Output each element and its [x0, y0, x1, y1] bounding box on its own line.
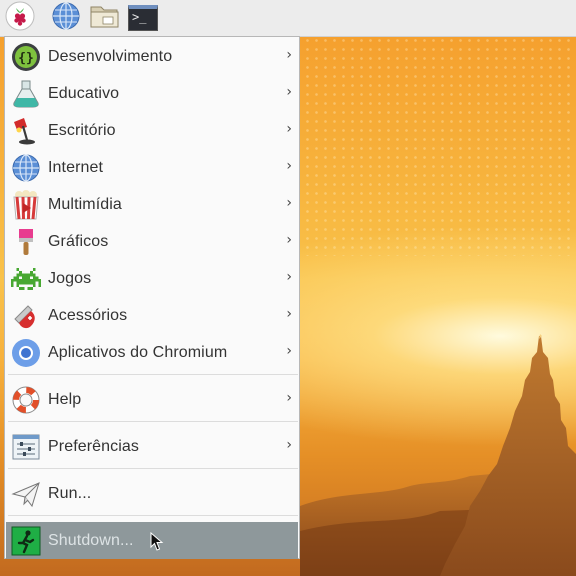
menu-item-aplicativos-chromium[interactable]: Aplicativos do Chromium ›	[6, 334, 298, 371]
mouse-pointer-icon	[150, 532, 164, 551]
menu-item-label: Run...	[48, 484, 92, 502]
popcorn-play-icon	[10, 189, 42, 221]
folder-icon	[89, 2, 121, 34]
terminal-launcher[interactable]: >_	[127, 2, 159, 34]
svg-text:{}: {}	[18, 51, 34, 66]
menu-item-escritorio[interactable]: Escritório ›	[6, 112, 298, 149]
menu-item-desenvolvimento[interactable]: {} Desenvolvimento ›	[6, 38, 298, 75]
menu-item-internet[interactable]: Internet ›	[6, 149, 298, 186]
chevron-right-icon: ›	[286, 269, 292, 285]
chevron-right-icon: ›	[286, 232, 292, 248]
menu-item-help[interactable]: Help ›	[6, 381, 298, 418]
paintbrush-icon	[10, 226, 42, 258]
menu-item-acessorios[interactable]: Acessórios ›	[6, 297, 298, 334]
chevron-right-icon: ›	[286, 306, 292, 322]
menu-item-educativo[interactable]: Educativo ›	[6, 75, 298, 112]
code-braces-icon: {}	[10, 41, 42, 73]
menu-separator	[8, 421, 298, 422]
menu-item-label: Preferências	[48, 437, 140, 455]
terminal-prompt: >_	[132, 10, 147, 24]
file-manager-launcher[interactable]	[89, 2, 121, 34]
menu-item-jogos[interactable]: Jogos ›	[6, 260, 298, 297]
menu-item-label: Educativo	[48, 84, 120, 102]
menu-item-multimidia[interactable]: Multimídia ›	[6, 186, 298, 223]
chevron-right-icon: ›	[286, 84, 292, 100]
chromium-icon	[10, 337, 42, 369]
preferences-sliders-icon	[10, 431, 42, 463]
flask-icon	[10, 78, 42, 110]
menu-item-label: Gráficos	[48, 232, 109, 250]
raspberry-icon	[5, 1, 35, 35]
menu-item-label: Jogos	[48, 269, 92, 287]
terminal-icon: >_	[128, 5, 158, 31]
application-menu: {} Desenvolvimento › Educativo › Escritó…	[4, 36, 300, 559]
menu-separator	[8, 515, 298, 516]
menu-item-label: Aplicativos do Chromium	[48, 343, 228, 361]
menu-separator	[8, 374, 298, 375]
globe-icon	[10, 152, 42, 184]
chevron-right-icon: ›	[286, 343, 292, 359]
chevron-right-icon: ›	[286, 390, 292, 406]
chevron-right-icon: ›	[286, 437, 292, 453]
menu-item-run[interactable]: Run...	[6, 475, 298, 512]
menu-item-graficos[interactable]: Gráficos ›	[6, 223, 298, 260]
menu-item-label: Desenvolvimento	[48, 47, 173, 65]
chevron-right-icon: ›	[286, 158, 292, 174]
raspberry-menu-button[interactable]	[4, 1, 36, 35]
menu-separator	[8, 468, 298, 469]
menu-item-label: Escritório	[48, 121, 116, 139]
chevron-right-icon: ›	[286, 195, 292, 211]
menu-item-label: Shutdown...	[48, 531, 134, 549]
paper-plane-icon	[10, 478, 42, 510]
menu-item-label: Acessórios	[48, 306, 128, 324]
menu-item-label: Help	[48, 390, 82, 408]
globe-icon	[51, 1, 81, 35]
menu-item-label: Internet	[48, 158, 104, 176]
exit-running-man-icon	[10, 525, 42, 557]
menu-item-preferencias[interactable]: Preferências ›	[6, 428, 298, 465]
lifebuoy-icon	[10, 384, 42, 416]
top-panel: >_	[0, 0, 576, 37]
desk-lamp-icon	[10, 115, 42, 147]
space-invader-icon	[10, 263, 42, 295]
pocket-knife-icon	[10, 300, 42, 332]
menu-item-label: Multimídia	[48, 195, 122, 213]
web-browser-launcher[interactable]	[50, 2, 82, 34]
chevron-right-icon: ›	[286, 121, 292, 137]
chevron-right-icon: ›	[286, 47, 292, 63]
